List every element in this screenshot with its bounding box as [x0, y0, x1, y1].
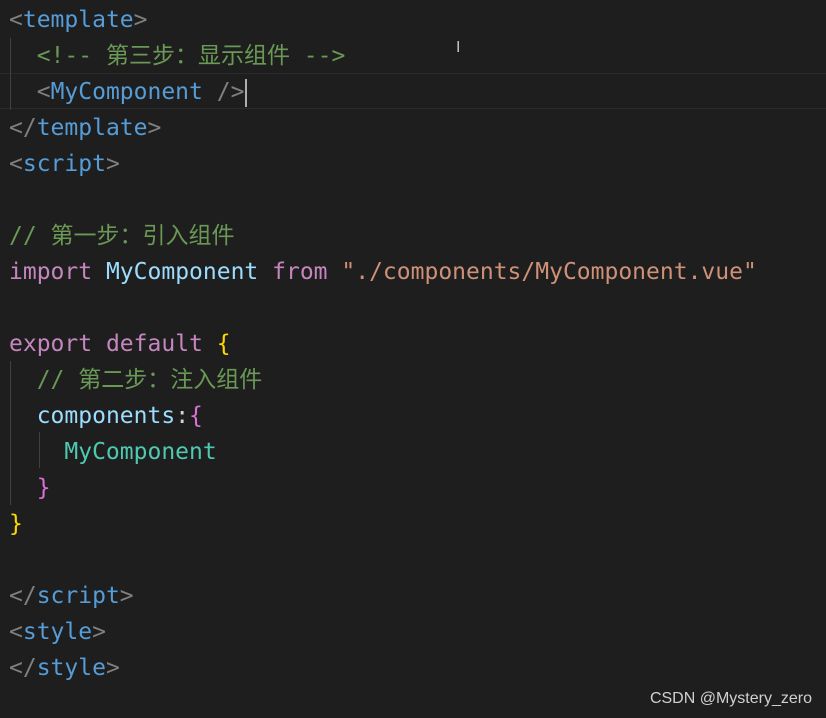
- code-token: />: [202, 79, 245, 105]
- code-token: }: [36, 475, 51, 501]
- code-line: <style>: [9, 614, 106, 650]
- code-token: style: [36, 655, 106, 681]
- code-token: </: [9, 655, 37, 681]
- code-token: MyComponent: [50, 79, 203, 105]
- code-token: script: [36, 583, 120, 609]
- code-editor[interactable]: <template> <!-- 第三步：显示组件 --> <MyComponen…: [0, 0, 826, 718]
- code-token: from: [272, 259, 328, 285]
- text-caret: [245, 78, 248, 107]
- code-token: >: [119, 583, 134, 609]
- code-line: import MyComponent from "./components/My…: [9, 254, 757, 290]
- code-line: </script>: [9, 578, 134, 614]
- code-token: {: [216, 331, 231, 357]
- code-token: style: [22, 619, 93, 645]
- code-token: >: [105, 151, 120, 177]
- code-token: >: [92, 619, 106, 645]
- code-line: }: [9, 470, 51, 506]
- code-token: <: [9, 7, 23, 33]
- code-token: import: [9, 259, 93, 285]
- code-token: MyComponent: [64, 439, 217, 465]
- code-token: >: [133, 7, 148, 33]
- code-line: <template>: [9, 2, 148, 38]
- code-token: </: [9, 583, 37, 609]
- code-token: }: [9, 511, 23, 537]
- code-line: components:{: [9, 398, 203, 434]
- code-token: template: [36, 115, 148, 141]
- code-token: <!-- 第三步：显示组件 -->: [36, 43, 346, 69]
- code-token: components: [36, 403, 176, 429]
- code-line: }: [9, 506, 23, 542]
- code-line: </style>: [9, 650, 120, 686]
- code-line: </template>: [9, 110, 161, 146]
- code-line: <MyComponent />: [9, 74, 248, 110]
- code-token: "./components/MyComponent.vue": [341, 259, 757, 285]
- code-token: <: [9, 619, 23, 645]
- watermark: CSDN @Mystery_zero: [649, 690, 812, 707]
- code-token: >: [147, 115, 162, 141]
- code-token: >: [105, 655, 120, 681]
- code-token: :: [175, 403, 190, 429]
- code-line: // 第二步：注入组件: [9, 362, 263, 398]
- code-line: // 第一步：引入组件: [9, 218, 235, 254]
- code-token: default: [105, 331, 203, 357]
- code-token: script: [22, 151, 106, 177]
- code-token: MyComponent: [105, 259, 259, 285]
- code-token: // 第一步：引入组件: [9, 223, 235, 249]
- code-line: export default {: [9, 326, 231, 362]
- code-token: export: [9, 331, 93, 357]
- code-token: {: [189, 403, 203, 429]
- text-cursor-ibeam-icon: I: [456, 38, 461, 56]
- code-token: // 第二步：注入组件: [36, 367, 263, 393]
- code-line: MyComponent: [9, 434, 217, 470]
- code-token: <: [36, 79, 51, 105]
- code-line: <script>: [9, 146, 120, 182]
- code-token: <: [9, 151, 23, 177]
- code-token: template: [22, 7, 134, 33]
- code-token: </: [9, 115, 37, 141]
- code-line: <!-- 第三步：显示组件 -->: [9, 38, 346, 74]
